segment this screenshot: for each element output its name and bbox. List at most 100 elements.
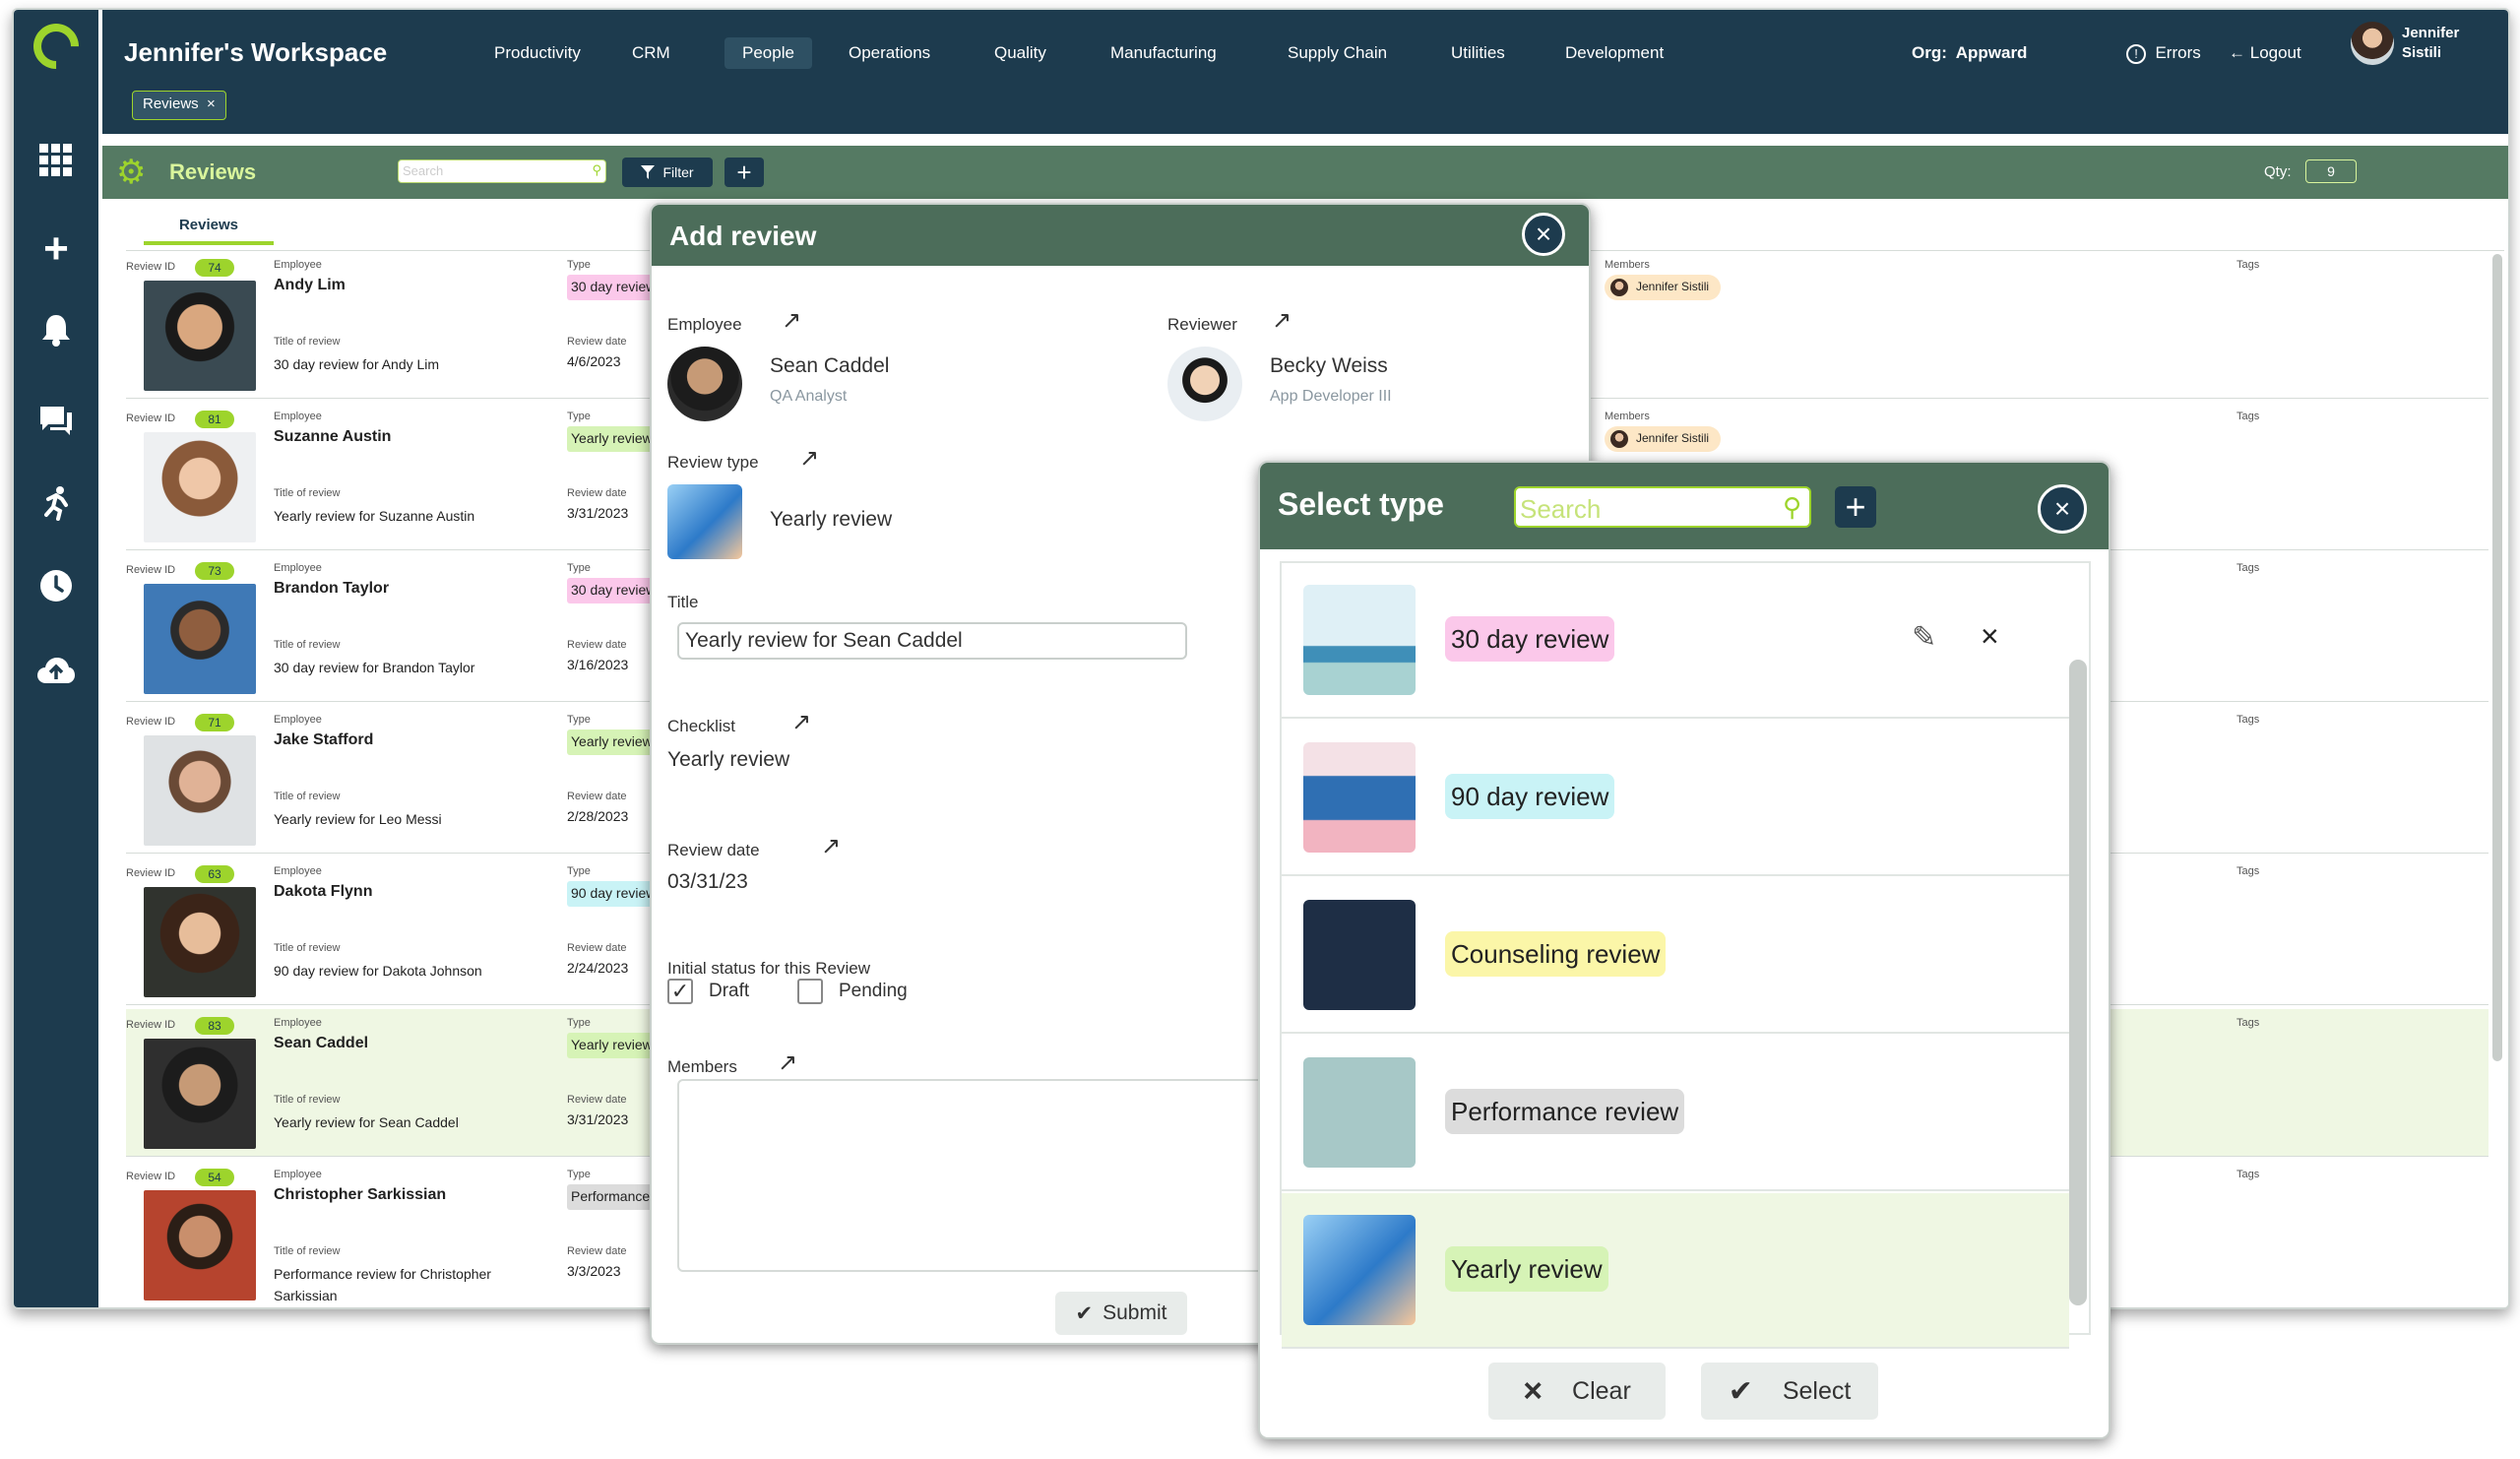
- list-item[interactable]: 30 day review ✎ ×: [1282, 563, 2069, 719]
- search-icon: ⚲: [1782, 492, 1801, 522]
- list-item[interactable]: 90 day review: [1282, 721, 2069, 876]
- close-dialog-button[interactable]: ×: [1522, 213, 1565, 256]
- external-link-icon[interactable]: ↗: [799, 447, 819, 471]
- calendar-link-icon[interactable]: ↗: [821, 835, 841, 858]
- clear-button[interactable]: × Clear: [1488, 1363, 1666, 1420]
- title-label: Title of review: [274, 791, 341, 802]
- review-id-badge: 71: [195, 714, 234, 731]
- top-bar: Jennifer's Workspace Productivity CRM Pe…: [102, 10, 2508, 134]
- submit-button[interactable]: ✔ Submit: [1055, 1292, 1187, 1335]
- employee-label: Employee: [274, 714, 322, 726]
- member-chip[interactable]: Jennifer Sistili: [1605, 426, 1722, 452]
- tags-label: Tags: [2236, 714, 2260, 726]
- review-type-value: Yearly review: [770, 508, 893, 531]
- title-label: Title of review: [274, 336, 341, 348]
- tags-label: Tags: [2236, 562, 2260, 574]
- employee-photo: [144, 432, 256, 542]
- close-icon[interactable]: ×: [207, 95, 216, 112]
- employee-photo: [144, 584, 256, 694]
- tags-label: Tags: [2236, 1169, 2260, 1180]
- gears-icon: ⚙: [116, 154, 147, 191]
- filter-button[interactable]: Filter: [622, 158, 713, 187]
- employee-photo: [144, 735, 256, 846]
- review-id-badge: 83: [195, 1017, 234, 1035]
- pencil-icon[interactable]: ✎: [1912, 620, 1936, 655]
- select-type-dialog: Select type Search ⚲ + × 30 day review ✎…: [1258, 461, 2110, 1439]
- qty-value: 9: [2305, 159, 2357, 183]
- menu-crm[interactable]: CRM: [632, 43, 670, 63]
- employee-label: Employee: [274, 865, 322, 877]
- menu-supply-chain[interactable]: Supply Chain: [1288, 43, 1387, 63]
- type-tag: 90 day review: [567, 881, 661, 907]
- add-type-button[interactable]: +: [1835, 486, 1876, 528]
- employee-label: Employee: [274, 1169, 322, 1180]
- menu-people[interactable]: People: [724, 37, 812, 69]
- title-label: Title of review: [274, 942, 341, 954]
- add-icon[interactable]: +: [32, 224, 81, 274]
- logout-button[interactable]: ← Logout: [2229, 43, 2301, 63]
- select-label: Select: [1782, 1376, 1852, 1405]
- title-input[interactable]: [677, 622, 1187, 660]
- list-scrollbar[interactable]: [2492, 254, 2502, 1061]
- delete-icon[interactable]: ×: [1981, 618, 1999, 655]
- pending-checkbox[interactable]: [797, 979, 823, 1004]
- review-date: 3/31/2023: [567, 1111, 629, 1127]
- employee-label: Employee: [667, 315, 742, 334]
- search-input[interactable]: Search ⚲: [398, 159, 606, 183]
- avatar[interactable]: [2351, 22, 2394, 65]
- list-item[interactable]: Performance review: [1282, 1036, 2069, 1191]
- running-icon[interactable]: [32, 478, 81, 528]
- review-id-badge: 81: [195, 411, 234, 428]
- left-nav: +: [14, 10, 98, 1307]
- dialog-header: Add review ×: [652, 205, 1589, 266]
- add-review-button[interactable]: +: [724, 158, 764, 187]
- member-chip[interactable]: Jennifer Sistili: [1605, 275, 1722, 300]
- tab-reviews[interactable]: Reviews: [144, 217, 274, 245]
- clock-icon[interactable]: [32, 561, 81, 610]
- members-label: Members: [667, 1057, 737, 1076]
- checklist-label: Checklist: [667, 717, 735, 735]
- review-type-thumbnail: [667, 484, 742, 559]
- menu-quality[interactable]: Quality: [994, 43, 1046, 63]
- search-placeholder: Search: [403, 163, 444, 178]
- review-title: Yearly review for Sean Caddel: [274, 1114, 459, 1130]
- external-link-icon[interactable]: ↗: [1272, 309, 1292, 333]
- list-item[interactable]: Counseling review: [1282, 878, 2069, 1034]
- select-button[interactable]: ✔ Select: [1701, 1363, 1878, 1420]
- close-dialog-button[interactable]: ×: [2038, 484, 2087, 534]
- draft-label: Draft: [709, 981, 750, 1001]
- type-label: Type: [567, 1169, 591, 1180]
- menu-development[interactable]: Development: [1565, 43, 1664, 63]
- cloud-upload-icon[interactable]: [32, 646, 81, 695]
- menu-productivity[interactable]: Productivity: [494, 43, 581, 63]
- list-item[interactable]: Yearly review: [1282, 1193, 2069, 1349]
- menu-manufacturing[interactable]: Manufacturing: [1110, 43, 1217, 63]
- open-tab-chip[interactable]: Reviews ×: [132, 91, 226, 120]
- title-label: Title of review: [274, 1094, 341, 1106]
- type-label: Type: [567, 714, 591, 726]
- chat-icon[interactable]: [32, 396, 81, 445]
- info-icon: !: [2126, 43, 2146, 64]
- external-link-icon[interactable]: ↗: [791, 711, 811, 734]
- external-link-icon[interactable]: ↗: [778, 1051, 797, 1075]
- draft-checkbox[interactable]: ✓: [667, 979, 693, 1004]
- errors-button[interactable]: ! Errors: [2126, 43, 2201, 64]
- type-label: Type: [567, 562, 591, 574]
- review-id-label: Review ID: [126, 867, 176, 879]
- bell-icon[interactable]: [32, 305, 81, 354]
- menu-utilities[interactable]: Utilities: [1451, 43, 1505, 63]
- date-label: Review date: [567, 1245, 627, 1257]
- list-scrollbar[interactable]: [2069, 660, 2087, 1305]
- menu-operations[interactable]: Operations: [849, 43, 930, 63]
- review-date: 3/31/2023: [567, 505, 629, 521]
- title-label: Title: [667, 593, 699, 611]
- workspace-title: Jennifer's Workspace: [124, 37, 388, 67]
- external-link-icon[interactable]: ↗: [782, 309, 801, 333]
- type-tag: 30 day review: [1445, 616, 1615, 662]
- apps-grid-icon[interactable]: [32, 136, 81, 185]
- org-label: Org:: [1912, 43, 1947, 62]
- filter-label: Filter: [662, 164, 694, 180]
- reviewer-name: Becky Weiss: [1270, 354, 1388, 377]
- employee-name: Suzanne Austin: [274, 428, 392, 445]
- search-input[interactable]: Search ⚲: [1514, 486, 1811, 528]
